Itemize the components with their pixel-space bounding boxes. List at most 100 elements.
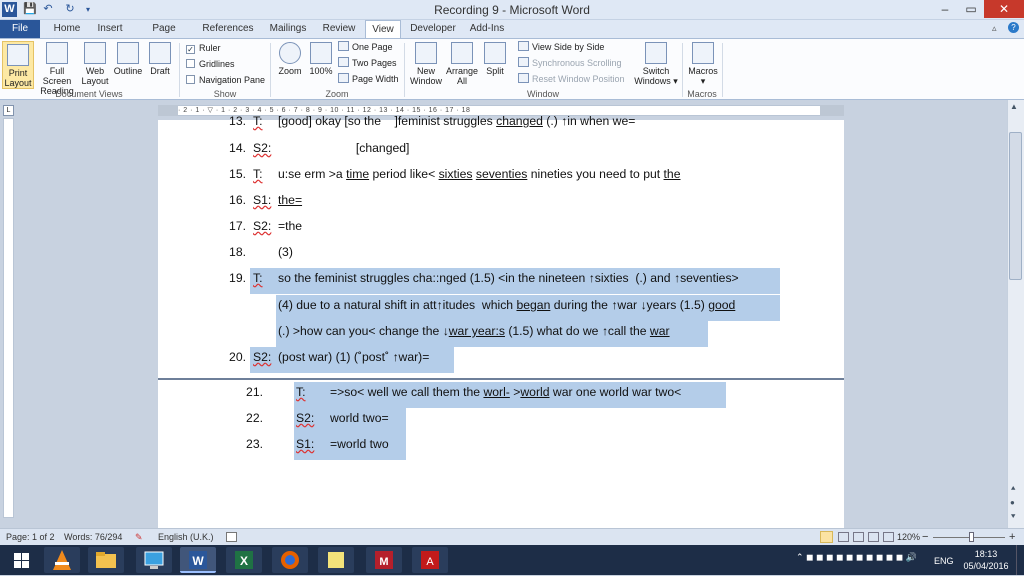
vertical-ruler[interactable]	[3, 118, 14, 518]
speaker-label: T:	[296, 385, 306, 399]
acrobat-icon[interactable]: A	[412, 547, 448, 573]
gridlines-checkbox[interactable]: Gridlines	[186, 58, 235, 70]
utterance-text[interactable]: the=	[278, 193, 302, 207]
utterance-text[interactable]: (4) due to a natural shift in att↑itudes…	[278, 298, 735, 312]
tab-home[interactable]: Home	[50, 20, 84, 38]
print-layout-button[interactable]: Print Layout	[2, 41, 34, 89]
ribbon-tab-bar: File Home Insert Page Layout References …	[0, 20, 1024, 51]
browse-object-icon[interactable]: ●	[1010, 498, 1015, 507]
arrange-all-button[interactable]: Arrange All	[446, 42, 478, 86]
maximize-button[interactable]: ▭	[958, 0, 984, 18]
sticky-notes-icon[interactable]	[318, 547, 354, 573]
tab-add-ins[interactable]: Add-Ins	[466, 20, 508, 38]
navigation-pane-checkbox[interactable]: Navigation Pane	[186, 74, 265, 86]
tab-developer[interactable]: Developer	[410, 20, 456, 38]
print-layout-view-icon[interactable]	[820, 531, 833, 543]
utterance-text[interactable]: [good] okay [so the ]feminist struggles …	[278, 114, 635, 128]
tab-review[interactable]: Review	[320, 20, 358, 38]
remote-desktop-icon[interactable]	[136, 547, 172, 573]
underlined-segment: time	[346, 167, 370, 181]
reset-window-position-button[interactable]: Reset Window Position	[518, 72, 625, 86]
zoom-100-button[interactable]: 100%	[308, 42, 334, 76]
clock-date[interactable]: 05/04/2016	[962, 561, 1010, 571]
utterance-text[interactable]: world two=	[330, 411, 389, 425]
macros-button[interactable]: Macros ▾	[686, 42, 720, 86]
outline-button[interactable]: Outline	[112, 42, 144, 76]
close-button[interactable]: ✕	[984, 0, 1024, 18]
language-indicator[interactable]: English (U.K.)	[158, 529, 214, 545]
utterance-text[interactable]: (.) >how can you< change the ↓war year:s…	[278, 324, 670, 338]
zoom-out-button[interactable]: −	[922, 529, 928, 545]
utterance-text[interactable]: so the feminist struggles cha::nged (1.5…	[278, 271, 739, 285]
web-layout-view-icon[interactable]	[853, 532, 864, 542]
speaker-label: S1:	[296, 437, 315, 451]
sync-scroll-icon	[518, 57, 529, 67]
tab-mailings[interactable]: Mailings	[266, 20, 310, 38]
text-segment: nineties you need to put	[527, 167, 664, 181]
utterance-text[interactable]: =>so< well we call them the worl- >world…	[330, 385, 681, 399]
firefox-icon[interactable]	[272, 547, 308, 573]
excel-icon[interactable]: X	[226, 547, 262, 573]
underlined-segment: good	[708, 298, 736, 312]
page-count[interactable]: Page: 1 of 2	[6, 529, 55, 545]
tab-view[interactable]: View	[365, 20, 401, 39]
mendeley-icon[interactable]: M	[366, 547, 402, 573]
utterance-text[interactable]: (3)	[278, 245, 293, 259]
proofing-icon[interactable]: ✎	[135, 529, 143, 545]
vlc-icon[interactable]	[44, 547, 80, 573]
utterance-text[interactable]: u:se erm >a time period like< sixties se…	[278, 167, 681, 181]
utterance-text[interactable]: (post war) (1) (˚post˚ ↑war)=	[278, 350, 429, 364]
macro-recording-icon[interactable]	[226, 532, 237, 542]
word-taskbar-icon[interactable]: W	[180, 547, 216, 573]
tab-references[interactable]: References	[200, 20, 256, 38]
one-page-button[interactable]: One Page	[338, 40, 393, 54]
utterance-text[interactable]: =the	[278, 219, 302, 233]
draft-button[interactable]: Draft	[146, 42, 174, 76]
draft-view-icon[interactable]	[883, 532, 894, 542]
utterance-text[interactable]: =world two	[330, 437, 389, 451]
previous-page-icon[interactable]: ⯅	[1010, 484, 1016, 494]
tray-icons[interactable]: ⌃ ◼ ◼ ◼ ◼ ◼ ◼ ◼ ◼ ◼ ◼ 🔊	[796, 552, 917, 563]
ruler-checkbox[interactable]: ✓ Ruler	[186, 42, 221, 54]
synchronous-scrolling-button[interactable]: Synchronous Scrolling	[518, 56, 622, 70]
tab-file[interactable]: File	[0, 20, 40, 38]
reset-position-label: Reset Window Position	[532, 74, 625, 84]
collapse-ribbon-icon[interactable]: ▵	[992, 23, 997, 34]
windows-start-button[interactable]	[4, 547, 38, 573]
show-desktop-button[interactable]	[1016, 545, 1024, 575]
input-language[interactable]: ENG	[934, 556, 954, 566]
help-icon[interactable]: ?	[1008, 22, 1019, 33]
line-number: 16.	[229, 193, 246, 207]
full-screen-reading-button[interactable]: Full Screen Reading	[36, 42, 78, 96]
split-button[interactable]: Split	[482, 42, 508, 76]
tab-page-layout[interactable]: Page Layout	[138, 20, 190, 51]
zoom-in-button[interactable]: +	[1009, 529, 1015, 545]
speaker-label: T:	[253, 167, 263, 181]
switch-windows-button[interactable]: Switch Windows ▾	[634, 42, 678, 86]
outline-view-icon[interactable]	[868, 532, 879, 542]
outline-icon	[117, 42, 139, 64]
ruler-tab-selector[interactable]: L	[3, 105, 14, 116]
next-page-icon[interactable]: ⯆	[1010, 512, 1016, 522]
web-layout-button[interactable]: Web Layout	[80, 42, 110, 86]
page-width-button[interactable]: Page Width	[338, 72, 399, 86]
full-screen-view-icon[interactable]	[838, 532, 849, 542]
underlined-segment: seventies	[475, 167, 528, 181]
zoom-slider-thumb[interactable]	[969, 532, 974, 542]
zoom-button[interactable]: Zoom	[276, 42, 304, 76]
text-segment: (3)	[278, 245, 293, 259]
scrollbar-thumb[interactable]	[1009, 132, 1022, 280]
file-explorer-icon[interactable]	[88, 547, 124, 573]
macros-icon	[692, 42, 714, 64]
zoom-level[interactable]: 120%	[897, 529, 920, 545]
utterance-text[interactable]: [changed]	[278, 141, 410, 155]
word-count[interactable]: Words: 76/294	[64, 529, 122, 545]
scroll-up-icon[interactable]: ▲	[1010, 102, 1018, 111]
web-layout-icon	[84, 42, 106, 64]
two-pages-button[interactable]: Two Pages	[338, 56, 397, 70]
view-side-by-side-button[interactable]: View Side by Side	[518, 40, 604, 54]
new-window-button[interactable]: New Window	[408, 42, 444, 86]
tab-insert[interactable]: Insert	[92, 20, 128, 38]
minimize-button[interactable]: –	[932, 0, 958, 18]
clock-time[interactable]: 18:13	[962, 549, 1010, 559]
